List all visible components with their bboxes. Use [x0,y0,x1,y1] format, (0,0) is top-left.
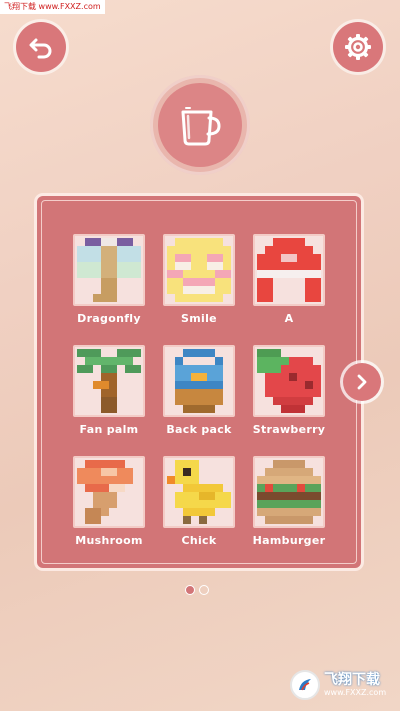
gallery-item-smile[interactable]: Smile [154,234,244,325]
back-button[interactable] [16,22,66,72]
item-label: Mushroom [75,534,143,547]
item-label: Chick [181,534,217,547]
next-page-button[interactable] [343,363,381,401]
letter-a-pixel-art [253,234,325,306]
chevron-right-icon [357,374,367,390]
dragonfly-pixel-art [73,234,145,306]
category-badge [150,75,250,175]
gallery-item-mushroom[interactable]: Mushroom [64,456,154,547]
settings-button[interactable] [333,22,383,72]
gear-icon [345,34,371,60]
gallery-panel: Dragonfly Smile A Fan palm Back pack Str… [37,196,361,568]
hamburger-pixel-art [253,456,325,528]
fan-palm-pixel-art [73,345,145,417]
smile-pixel-art [163,234,235,306]
watermark-logo-icon [290,670,320,700]
page-dot-1[interactable] [185,585,195,595]
item-label: Back pack [166,423,232,436]
gallery-item-back-pack[interactable]: Back pack [154,345,244,436]
watermark-bottom: 飞翔下载 www.FXXZ.com [290,665,395,705]
strawberry-pixel-art [253,345,325,417]
item-label: Strawberry [252,423,326,436]
item-label: A [284,312,294,325]
watermark-url-text: www.FXXZ.com [324,688,387,697]
gallery-item-chick[interactable]: Chick [154,456,244,547]
page-indicator [185,585,209,595]
gallery-item-strawberry[interactable]: Strawberry [244,345,334,436]
chick-pixel-art [163,456,235,528]
item-label: Dragonfly [77,312,141,325]
item-label: Fan palm [79,423,139,436]
gallery-item-fan-palm[interactable]: Fan palm [64,345,154,436]
mushroom-pixel-art [73,456,145,528]
watermark-top: 飞翔下载 www.FXXZ.com [0,0,105,14]
watermark-cn-text: 飞翔下载 [324,672,380,688]
back-arrow-icon [29,38,52,59]
backpack-pixel-art [163,345,235,417]
item-label: Smile [181,312,217,325]
gallery-item-hamburger[interactable]: Hamburger [244,456,334,547]
gallery-item-a[interactable]: A [244,234,334,325]
item-label: Hamburger [252,534,326,547]
mug-icon [181,107,221,146]
gallery-item-dragonfly[interactable]: Dragonfly [64,234,154,325]
page-dot-2[interactable] [199,585,209,595]
